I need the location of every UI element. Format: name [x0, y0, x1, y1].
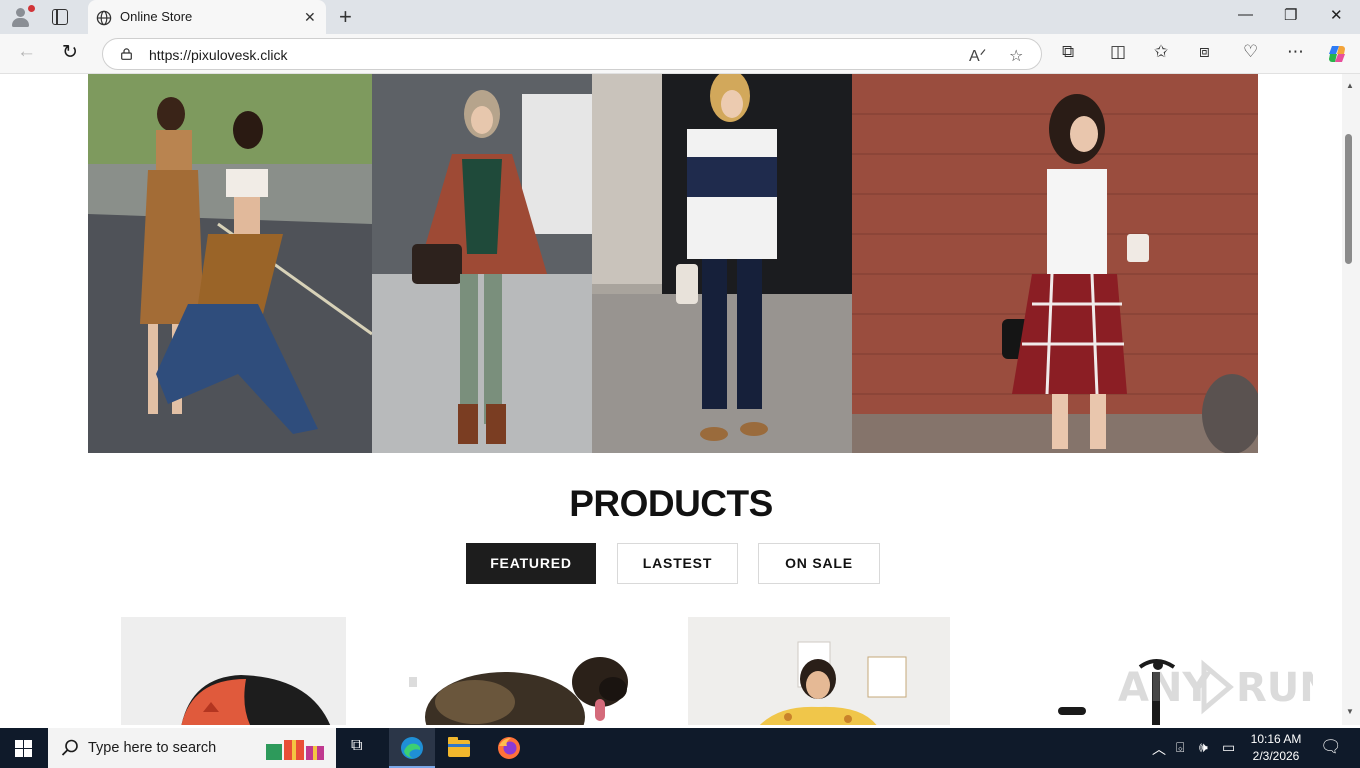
hero-banner [88, 74, 1258, 453]
notifications-icon[interactable]: 🗨 [1320, 737, 1342, 757]
anyrun-watermark-icon: ANY RUN [1118, 659, 1313, 715]
filter-on-sale-button[interactable]: ON SALE [758, 543, 880, 584]
street-style-photo-1 [88, 74, 372, 453]
search-highlight-gifts-icon [266, 740, 324, 760]
volume-icon[interactable]: 🕪 [1199, 739, 1208, 756]
browser-essentials-icon[interactable]: ♡ [1243, 42, 1258, 62]
clock-time: 10:16 AM [1250, 732, 1302, 746]
close-window-icon[interactable]: ✕ [1330, 6, 1343, 24]
copilot-icon[interactable] [1326, 43, 1348, 65]
collections-icon[interactable]: ⧈ [1199, 42, 1210, 62]
extensions-icon[interactable]: ⧉ [1062, 42, 1074, 62]
network-icon[interactable]: ▭ [1222, 739, 1235, 756]
more-options-icon[interactable]: ⋯ [1287, 42, 1304, 62]
product-card-kids-blanket[interactable] [688, 617, 950, 725]
read-aloud-icon[interactable]: Aᐟ [969, 46, 986, 66]
product-card-cap[interactable] [121, 617, 346, 725]
tab-title: Online Store [120, 9, 193, 24]
restore-icon[interactable]: ❐ [1284, 6, 1297, 24]
taskbar-edge-button[interactable] [389, 728, 435, 768]
search-icon [61, 739, 78, 756]
filter-lastest-button[interactable]: LASTEST [617, 543, 738, 584]
back-icon[interactable]: ← [17, 41, 36, 63]
show-hidden-icons-icon[interactable]: ︿ [1152, 739, 1166, 759]
url-text[interactable]: https://pixulovesk.click [149, 47, 288, 63]
new-tab-icon[interactable]: + [339, 4, 352, 30]
tab-actions-icon[interactable] [52, 9, 68, 25]
page-viewport: PRODUCTS FEATURED LASTEST ON SALE ANY RU [0, 74, 1342, 725]
browser-tab[interactable]: Online Store ✕ [88, 0, 326, 34]
taskbar-search-box[interactable]: Type here to search [48, 728, 336, 768]
favorites-icon[interactable]: ✩ [1154, 42, 1168, 62]
browser-titlebar: Online Store ✕ + — ❐ ✕ [0, 0, 1360, 34]
street-style-photo-2 [372, 74, 592, 453]
close-tab-icon[interactable]: ✕ [304, 9, 316, 26]
street-style-photo-3 [592, 74, 852, 453]
scroll-down-icon[interactable]: ▼ [1346, 707, 1354, 716]
refresh-icon[interactable]: ↻ [62, 41, 78, 64]
taskbar-search-placeholder[interactable]: Type here to search [88, 740, 216, 756]
split-screen-icon[interactable]: ◫ [1110, 42, 1126, 62]
taskbar-clock[interactable]: 10:16 AM 2/3/2026 [1244, 731, 1308, 765]
favorite-star-icon[interactable]: ☆ [1009, 46, 1023, 66]
minimize-icon[interactable]: — [1238, 6, 1253, 23]
filter-featured-button[interactable]: FEATURED [466, 543, 596, 584]
products-heading: PRODUCTS [569, 483, 773, 524]
firefox-icon[interactable] [497, 736, 521, 760]
svg-text:RUN: RUN [1236, 665, 1313, 711]
profile-avatar-icon[interactable] [8, 5, 35, 29]
lock-icon[interactable] [121, 48, 132, 60]
browser-toolbar: ← ↻ https://pixulovesk.click Aᐟ ☆ ⧉ ◫ ✩ … [0, 34, 1360, 74]
meet-now-icon[interactable]: ⌺ [1176, 739, 1184, 756]
file-explorer-icon[interactable] [448, 737, 470, 757]
street-style-photo-4 [852, 74, 1258, 453]
task-view-icon[interactable]: ⧉ [351, 737, 362, 755]
clock-date: 2/3/2026 [1252, 749, 1300, 763]
edge-icon [401, 737, 423, 759]
address-bar[interactable]: https://pixulovesk.click Aᐟ ☆ [102, 38, 1042, 70]
taskbar: Type here to search ⧉ ︿ ⌺ 🕪 ▭ 10:16 AM 2… [0, 728, 1360, 768]
scrollbar-thumb[interactable] [1345, 134, 1352, 264]
scroll-up-icon[interactable]: ▲ [1346, 81, 1354, 90]
windows-start-icon[interactable] [15, 740, 32, 757]
svg-text:ANY: ANY [1118, 665, 1212, 711]
product-card-dog[interactable] [395, 617, 655, 725]
globe-icon [96, 10, 112, 26]
